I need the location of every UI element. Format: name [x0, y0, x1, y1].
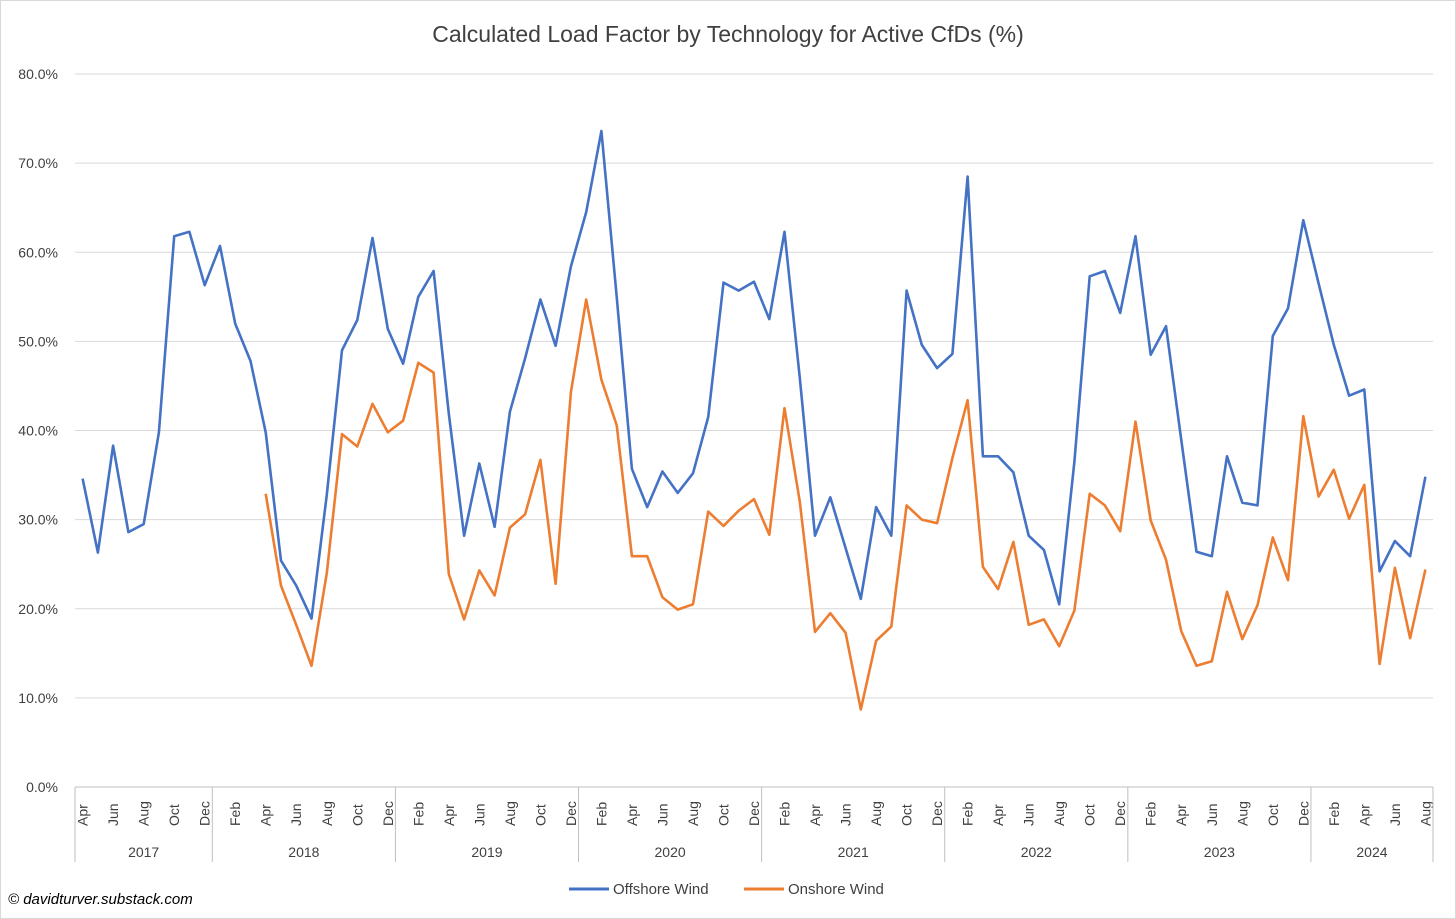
x-tick-label: Apr	[258, 804, 274, 826]
y-tick-label: 30.0%	[18, 512, 58, 528]
x-tick-label: Oct	[715, 804, 731, 826]
x-tick-label: Jun	[288, 803, 304, 826]
x-tick-label: Feb	[1326, 802, 1342, 826]
x-year-label: 2020	[655, 844, 686, 860]
x-tick-label: Apr	[441, 804, 457, 826]
x-tick-label: Apr	[624, 804, 640, 826]
x-tick-label: Dec	[929, 801, 945, 826]
y-tick-label: 20.0%	[18, 601, 58, 617]
gridlines	[75, 73, 1433, 788]
series-line-offshore	[81, 129, 1427, 620]
x-year-label: 2017	[128, 844, 159, 860]
y-tick-label: 50.0%	[18, 333, 58, 349]
x-year-label: 2019	[471, 844, 502, 860]
x-tick-label: Feb	[410, 802, 426, 826]
x-tick-label: Aug	[1234, 801, 1250, 826]
series-lines	[81, 129, 1427, 711]
x-tick-label: Dec	[563, 801, 579, 826]
x-tick-label: Oct	[1265, 804, 1281, 826]
x-tick-label: Dec	[746, 801, 762, 826]
x-year-label: 2023	[1204, 844, 1235, 860]
x-year-label: 2024	[1356, 844, 1387, 860]
x-tick-label: Oct	[1082, 804, 1098, 826]
x-tick-label: Jun	[838, 803, 854, 826]
x-tick-label: Aug	[136, 801, 152, 826]
x-tick-label: Aug	[319, 801, 335, 826]
legend-label-onshore: Onshore Wind	[788, 881, 884, 898]
x-year-label: 2022	[1021, 844, 1052, 860]
x-tick-label: Jun	[471, 803, 487, 826]
x-tick-label: Jun	[1204, 803, 1220, 826]
copyright-text: © davidturver.substack.com	[8, 891, 193, 908]
x-tick-label: Jun	[1021, 803, 1037, 826]
y-tick-label: 60.0%	[18, 244, 58, 260]
x-tick-label: Apr	[990, 804, 1006, 826]
x-tick-label: Jun	[105, 803, 121, 826]
x-axis: Apr Jun Aug Oct Dec Feb Apr Jun Aug Oct Dec Feb Apr J…	[74, 787, 1434, 862]
x-tick-label: Oct	[166, 804, 182, 826]
y-tick-label: 40.0%	[18, 423, 58, 439]
x-tick-label: Feb	[960, 802, 976, 826]
x-year-label: 2021	[838, 844, 869, 860]
y-axis: 0.0% 10.0% 20.0% 30.0% 40.0% 50.0% 60.0% 70.0% 8…	[18, 66, 58, 795]
y-tick-label: 70.0%	[18, 155, 58, 171]
x-tick-label: Feb	[227, 802, 243, 826]
x-tick-label: Feb	[777, 802, 793, 826]
legend-label-offshore: Offshore Wind	[613, 881, 709, 898]
x-tick-label: Dec	[380, 801, 396, 826]
x-tick-label: Aug	[1417, 801, 1433, 826]
x-tick-label: Aug	[868, 801, 884, 826]
chart-title: Calculated Load Factor by Technology for…	[432, 21, 1023, 47]
y-tick-label: 10.0%	[18, 690, 58, 706]
legend: Offshore Wind Onshore Wind	[569, 881, 884, 898]
x-tick-label: Apr	[807, 804, 823, 826]
y-tick-label: 80.0%	[18, 66, 58, 82]
x-tick-label: Apr	[75, 804, 91, 826]
x-tick-label: Oct	[899, 804, 915, 826]
x-tick-label: Apr	[1356, 804, 1372, 826]
x-tick-label: Jun	[654, 803, 670, 826]
x-tick-label: Dec	[197, 801, 213, 826]
x-tick-label: Oct	[532, 804, 548, 826]
x-tick-label: Apr	[1173, 804, 1189, 826]
x-tick-label: Oct	[349, 804, 365, 826]
x-tick-label: Dec	[1295, 801, 1311, 826]
x-tick-label: Aug	[1051, 801, 1067, 826]
x-tick-label: Feb	[1143, 802, 1159, 826]
y-tick-label: 0.0%	[26, 779, 58, 795]
x-tick-label: Feb	[593, 802, 609, 826]
x-tick-label: Aug	[685, 801, 701, 826]
x-tick-label: Aug	[502, 801, 518, 826]
x-year-label: 2018	[288, 844, 319, 860]
x-tick-label: Jun	[1387, 803, 1403, 826]
x-tick-label: Dec	[1112, 801, 1128, 826]
line-chart: Calculated Load Factor by Technology for…	[8, 21, 1434, 908]
